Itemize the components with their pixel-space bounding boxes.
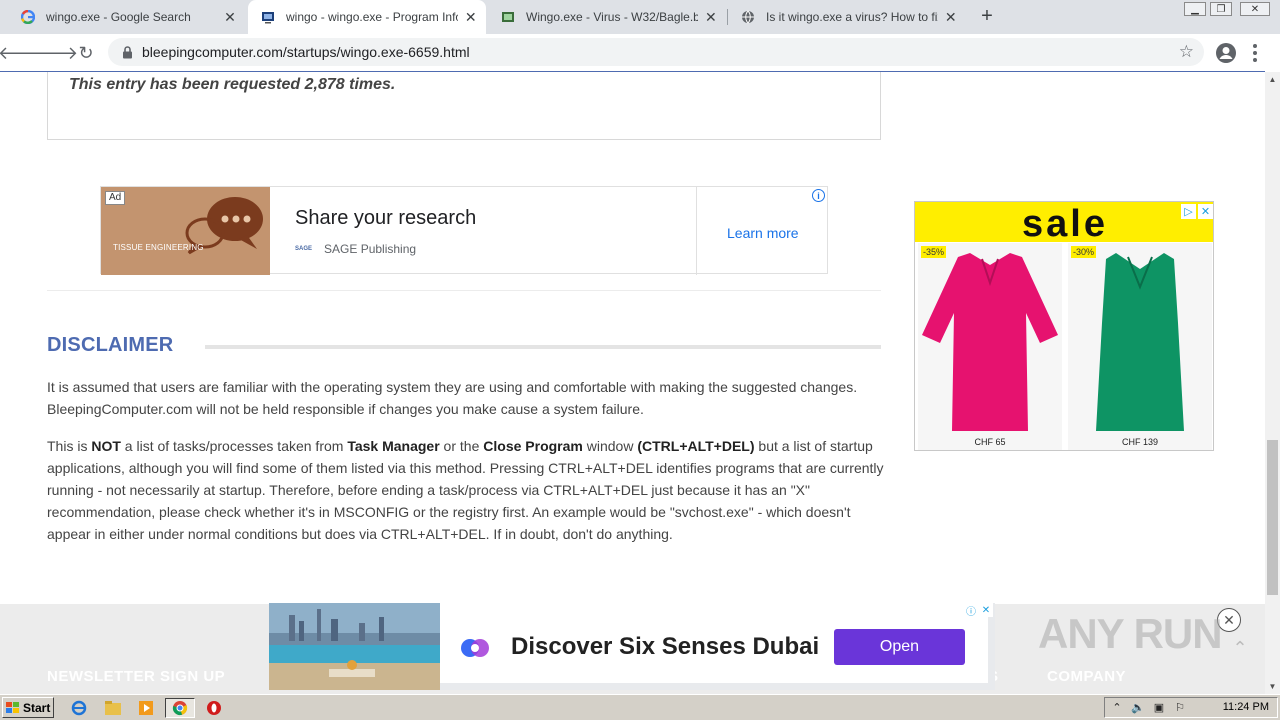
url-text: bleepingcomputer.com/startups/wingo.exe-… — [142, 44, 470, 60]
product-price: CHF 65 — [974, 437, 1006, 447]
chrome-taskbar-button[interactable] — [165, 698, 195, 718]
close-tab-icon[interactable]: ✕ — [944, 9, 958, 25]
bleepingcomputer-icon — [260, 9, 276, 25]
ad-close-icon[interactable]: ✕ — [1198, 204, 1213, 219]
tab-title: Wingo.exe - Virus - W32/Bagle.bd@ — [526, 10, 698, 24]
entry-request-count: This entry has been requested 2,878 time… — [69, 76, 396, 93]
browser-toolbar: 🡐 🡒 ↻ bleepingcomputer.com/startups/wing… — [0, 34, 1280, 72]
disclaimer-heading: DISCLAIMER — [47, 334, 174, 356]
bottom-sticky-ad[interactable]: Discover Six Senses Dubai Open ⓘ ✕ — [269, 603, 995, 690]
adchoices-icon[interactable]: ⓘ — [964, 603, 978, 618]
back-to-top-icon[interactable]: ⌃ — [1228, 636, 1252, 660]
globe-icon — [740, 9, 756, 25]
window-close-button[interactable]: ✕ — [1240, 2, 1270, 16]
anyrun-watermark: ANY RUN — [1038, 610, 1223, 657]
address-bar[interactable]: bleepingcomputer.com/startups/wingo.exe-… — [108, 38, 1204, 66]
scroll-thumb[interactable] — [1267, 440, 1278, 595]
tab-is-it-virus[interactable]: Is it wingo.exe a virus? How to fix w ✕ — [728, 0, 966, 34]
windows-logo-icon — [6, 701, 19, 713]
virus-site-icon — [500, 9, 516, 25]
newsletter-heading: NEWSLETTER SIGN UP — [47, 668, 226, 685]
close-tab-icon[interactable]: ✕ — [704, 9, 718, 25]
ad-image[interactable]: Ad TISSUE ENGINEERING — [101, 187, 270, 275]
tab-separator — [727, 9, 728, 25]
entry-info-box: This entry has been requested 2,878 time… — [47, 72, 881, 140]
system-tray: ⌃ 🔈 ▣ ⚐ 11:24 PM — [1104, 697, 1278, 718]
ad-info-icon[interactable]: i — [812, 189, 825, 202]
ad-badge: Ad — [105, 191, 126, 205]
volume-icon[interactable]: 🔈 — [1129, 700, 1147, 716]
tab-strip: wingo.exe - Google Search ✕ wingo - wing… — [0, 0, 1280, 34]
disclaimer-paragraph-2: This is NOT a list of tasks/processes ta… — [47, 438, 884, 542]
company-heading: COMPANY — [1047, 668, 1127, 685]
disclaimer-paragraph-1: It is assumed that users are familiar wi… — [47, 379, 858, 417]
tray-expand-icon[interactable]: ⌃ — [1108, 700, 1126, 716]
reload-button[interactable]: ↻ — [74, 41, 98, 65]
chrome-icon — [172, 701, 188, 716]
open-button[interactable]: Open — [834, 629, 965, 665]
ad-divider — [696, 187, 697, 275]
ad-image-caption: TISSUE ENGINEERING — [113, 243, 204, 252]
sale-ad[interactable]: sale ▷ ✕ -35% CHF 65 -30% CHF 139 — [914, 201, 1214, 451]
sale-title: sale — [1022, 203, 1108, 245]
ad-headline[interactable]: Share your research — [295, 207, 476, 230]
minimize-button[interactable]: ▁ — [1184, 2, 1206, 16]
scroll-down-arrow-icon[interactable]: ▼ — [1265, 679, 1280, 694]
bookmark-star-icon[interactable]: ☆ — [1179, 42, 1194, 62]
scroll-up-arrow-icon[interactable]: ▲ — [1265, 72, 1280, 87]
start-label: Start — [23, 700, 51, 715]
taskbar-clock[interactable]: 11:24 PM — [1223, 701, 1269, 713]
discount-badge: -30% — [1071, 246, 1097, 258]
product-card[interactable]: -30% CHF 139 — [1068, 243, 1212, 450]
close-tab-icon[interactable]: ✕ — [464, 9, 478, 25]
bottom-ad-headline[interactable]: Discover Six Senses Dubai — [511, 633, 819, 661]
section-divider — [47, 290, 881, 291]
profile-avatar-icon[interactable] — [1215, 42, 1237, 64]
forward-button[interactable]: 🡒 — [30, 41, 78, 65]
start-button[interactable]: Start — [2, 697, 54, 718]
tab-title: Is it wingo.exe a virus? How to fix w — [766, 10, 938, 24]
ad-publisher-row[interactable]: SAGE SAGE Publishing — [295, 242, 416, 256]
windows-taskbar: Start ⌃ 🔈 ▣ ⚐ 11:24 PM — [0, 694, 1280, 720]
sale-banner: sale — [915, 202, 1213, 245]
media-player-icon[interactable] — [137, 699, 155, 717]
ad-card[interactable]: Discover Six Senses Dubai Open — [440, 603, 988, 683]
product-price: CHF 139 — [1121, 437, 1158, 447]
learn-more-link[interactable]: Learn more — [727, 225, 799, 241]
inline-ad[interactable]: Ad TISSUE ENGINEERING Share your researc… — [100, 186, 828, 275]
google-icon — [20, 9, 36, 25]
green-dress-image — [1096, 253, 1184, 431]
explorer-folder-icon[interactable] — [104, 699, 122, 717]
sage-logo: SAGE — [295, 246, 313, 252]
tab-title: wingo - wingo.exe - Program Inform — [286, 10, 458, 24]
tab-virus-info[interactable]: Wingo.exe - Virus - W32/Bagle.bd@ ✕ — [488, 0, 726, 34]
new-tab-button[interactable]: + — [976, 5, 998, 27]
dubai-photo — [269, 603, 440, 690]
page-viewport: This entry has been requested 2,878 time… — [0, 72, 1265, 604]
ad-publisher: SAGE Publishing — [324, 242, 417, 256]
tab-title: wingo.exe - Google Search — [46, 10, 191, 24]
adchoices-icon[interactable]: ▷ — [1181, 204, 1196, 219]
lock-icon[interactable] — [120, 45, 134, 59]
close-tab-icon[interactable]: ✕ — [222, 9, 238, 25]
product-card[interactable]: -35% CHF 65 — [918, 243, 1062, 450]
chrome-menu-icon[interactable] — [1250, 42, 1260, 64]
internet-explorer-icon[interactable] — [70, 699, 88, 717]
discount-badge: -35% — [921, 246, 947, 258]
tab-bleepingcomputer[interactable]: wingo - wingo.exe - Program Inform ✕ — [248, 0, 486, 34]
heading-rule — [205, 345, 881, 349]
action-center-flag-icon[interactable]: ⚐ — [1171, 700, 1189, 716]
page-scrollbar[interactable]: ▲ ▼ — [1265, 72, 1280, 694]
network-icon[interactable]: ▣ — [1150, 700, 1168, 716]
restore-button[interactable]: ❐ — [1210, 2, 1232, 16]
tab-google-search[interactable]: wingo.exe - Google Search ✕ — [8, 0, 246, 34]
opera-icon[interactable] — [205, 699, 223, 717]
ad-close-icon[interactable]: ✕ — [979, 603, 993, 617]
pink-dress-image — [922, 253, 1058, 431]
app-logo-icon — [461, 639, 489, 657]
